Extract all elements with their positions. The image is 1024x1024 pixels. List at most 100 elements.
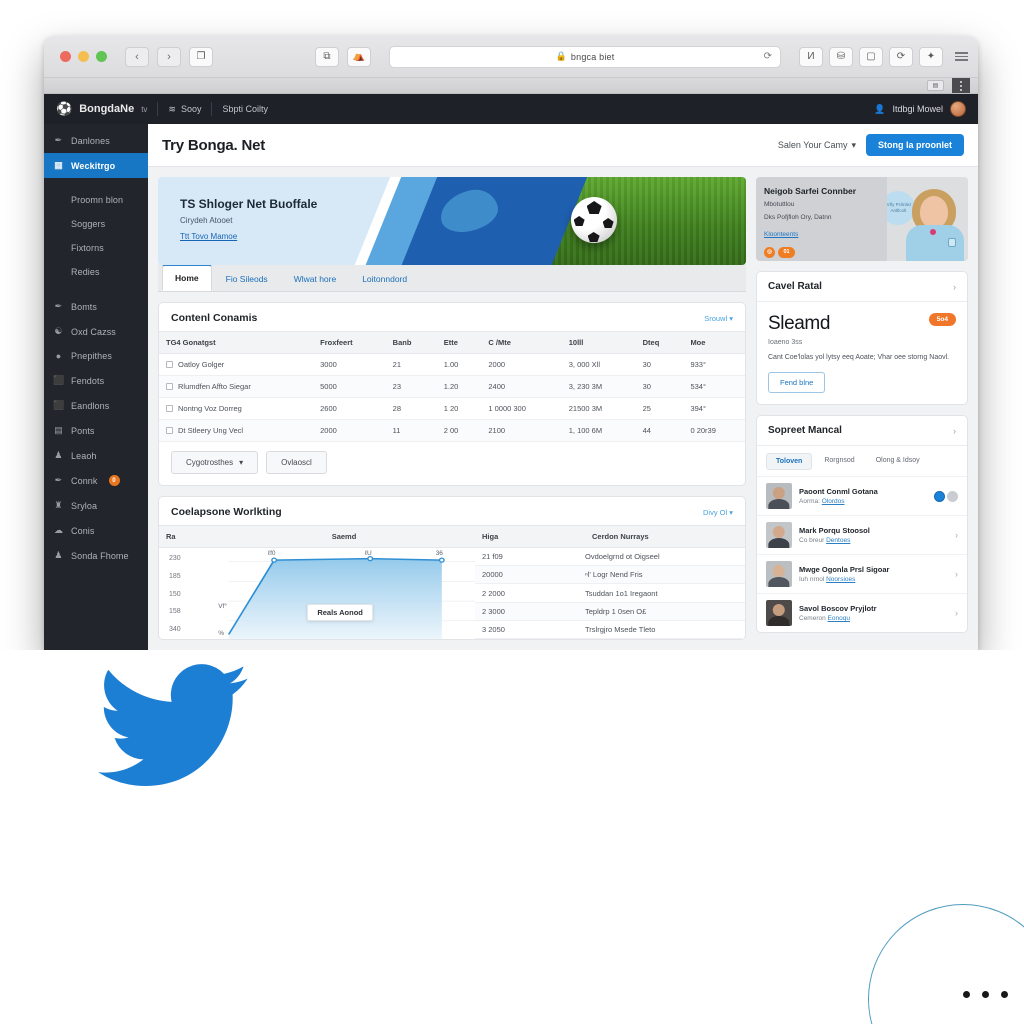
key-icon: ✒ [54,475,63,485]
sidebar-item-fendots[interactable]: ⬛ Fendots [44,368,148,393]
shield-icon[interactable]: ⛺ [347,46,371,67]
promo-banner[interactable]: Neigob Sarfei Connber Mbotuttlou Dks Pof… [756,177,968,261]
sidebar-item-oxdcazss[interactable]: ☯ Oxd Cazss [44,319,148,344]
person-meta-link[interactable]: Noorsioes [826,576,855,583]
th-4[interactable]: C /Mte [481,331,562,354]
support-card-header[interactable]: Sopreet Mancal › [757,416,967,447]
offer-action-button[interactable]: Fend blne [768,372,826,394]
sidebar-item-sondafhome[interactable]: ♟ Sonda Fhome [44,543,148,568]
capabilities-dropdown-button[interactable]: Cygotrosthes ▾ [171,451,259,474]
hero-link[interactable]: Ttt Tovo Mamoe [180,232,237,241]
chevron-right-icon[interactable]: › [953,426,956,436]
tab-loitonndord[interactable]: Loitonndord [350,267,419,291]
topbar-menu-sooy[interactable]: ≋ Sooy [168,104,201,115]
forward-button[interactable]: › [157,46,181,67]
th-6[interactable]: Dteq [635,331,684,354]
chart-row[interactable]: 3 2050 Trslrgjro Msede Tleto [475,621,745,640]
sidebar-item-fixtorns[interactable]: Fixtorns [44,236,148,260]
th-1[interactable]: Froxfeert [313,331,386,354]
tab-wlwat-hore[interactable]: Wlwat hore [282,267,349,291]
tab-overview-icon[interactable]: ❐ [189,46,213,67]
support-tab-rorgnsod[interactable]: Rorgnsod [815,453,863,470]
support-tab-toloven[interactable]: Toloven [766,453,813,471]
sidebar-item-weckitrgo[interactable]: ▦ Weckitrgo [44,153,148,178]
row-checkbox[interactable] [166,427,173,434]
maximize-window-button[interactable] [96,51,107,62]
extension-icon-1[interactable]: И [799,46,823,67]
sidebar-item-connk[interactable]: ✒ Connk 0 [44,468,148,493]
hero-banner[interactable]: TS Shloger Net Buoffale Cirydeh Atooet T… [158,177,746,265]
th-7[interactable]: Moe [683,331,745,354]
chevron-right-icon[interactable]: › [955,569,958,579]
table-header-row: TG4 Gonatgst Froxfeert Banb Ette C /Mte … [159,331,745,354]
extension-icon-4[interactable]: ⟳ [889,46,913,67]
offer-card-header[interactable]: Cavel Ratal › [757,272,967,302]
list-item[interactable]: Savol Boscov Pryjlotr Cemeron Eonoqu › [757,593,967,632]
tab-fio-sileods[interactable]: Fio Sileods [214,267,280,291]
row-checkbox[interactable] [166,383,173,390]
ytick-1: 185 [169,572,181,580]
list-item[interactable]: Paoont Conml Gotana Aorma: Olordos [757,476,967,515]
window-traffic-lights[interactable] [54,51,117,62]
picture-in-picture-icon[interactable]: ▤ [927,80,944,91]
topbar-menu-sbpti[interactable]: Sbpti Coilty [222,104,268,114]
sidebar-item-bomts[interactable]: ✒ Bomts [44,294,148,319]
th-2[interactable]: Banb [385,331,437,354]
support-tab-olong[interactable]: Olong & Idsoy [867,453,929,470]
extension-icon-2[interactable]: ⛁ [829,46,853,67]
extension-icon-3[interactable]: ▢ [859,46,883,67]
chart-plot-area[interactable]: % ℓf0 ℓU 36 Vf° Reals Aonod [213,548,475,639]
extension-icon-5[interactable]: ✦ [919,46,943,67]
sidebar-item-conis[interactable]: ☁ Conis [44,518,148,543]
th-3[interactable]: Ette [436,331,482,354]
sidebar-item-danlones[interactable]: ✒ Danlones [44,128,148,153]
app-brand[interactable]: ⚽ BongdaNe tv [56,101,147,117]
overflow-menu-icon[interactable] [952,78,970,93]
promo-link[interactable]: Kloonteents [764,231,798,238]
table-row[interactable]: Nontng Voz Dorreg 2600 28 1 20 1 0000 30… [159,397,745,420]
chevron-right-icon[interactable]: › [955,608,958,618]
chart-row[interactable]: 20000 ⁿl' Logr Nend Fris [475,566,745,585]
sidebar-item-leaoh[interactable]: ♟ Leaoh [44,443,148,468]
share-icon[interactable]: ⧉ [315,46,339,67]
tab-home[interactable]: Home [162,264,212,291]
reload-icon[interactable]: ⟳ [764,51,772,62]
chart-row[interactable]: 2 3000 Tepldrp 1 0sen O£ [475,602,745,621]
th-0[interactable]: TG4 Gonatgst [159,331,314,354]
chart-row[interactable]: 21 f09 Ovdoelgrnd ot Oigseel [475,548,745,567]
topbar-user-area[interactable]: 👤 Itdbgi Mowel [874,101,966,117]
content-table-link[interactable]: Srouwl ▾ [704,314,733,323]
sidebar-item-eandlons[interactable]: ⬛ Eandlons [44,393,148,418]
address-bar[interactable]: 🔒 bngca biet ⟳ [389,45,781,68]
chevron-right-icon[interactable]: › [953,282,956,292]
minimize-window-button[interactable] [78,51,89,62]
menu-icon[interactable] [955,52,968,61]
status-toggle[interactable] [934,490,958,502]
sidebar-item-pnepithes[interactable]: ● Pnepithes [44,344,148,368]
list-item[interactable]: Mark Porqu Stoosol Co breur Dentoes › [757,515,967,554]
table-row[interactable]: Oatloy Golger 3000 21 1.00 2000 3, 000 X… [159,353,745,376]
start-promotion-button[interactable]: Stong la proonlet [866,134,964,156]
person-meta-link[interactable]: Olordos [822,498,845,505]
person-meta-link[interactable]: Dentoes [826,537,850,544]
table-row[interactable]: Rlumdfen Affto Siegar 5000 23 1.20 2400 … [159,375,745,398]
sidebar-item-ponts[interactable]: ▤ Ponts [44,418,148,443]
row-checkbox[interactable] [166,361,173,368]
country-select[interactable]: Salen Your Camy ▾ [778,140,856,151]
disconnect-button[interactable]: Ovlaoscl [266,451,327,474]
chevron-right-icon[interactable]: › [955,530,958,540]
row-checkbox[interactable] [166,405,173,412]
chart-link[interactable]: Divy Ol ▾ [703,508,733,517]
sidebar-item-soggers[interactable]: Soggers [44,212,148,236]
chart-row[interactable]: 2 2000 Tsuddan 1o1 Iregaont [475,584,745,603]
list-item[interactable]: Mwge Ogonla Prsl Sigoar Iuh nrnol Noorsi… [757,554,967,593]
th-5[interactable]: 10lll [561,331,636,354]
sidebar-item-redies[interactable]: Redies [44,260,148,284]
close-window-button[interactable] [60,51,71,62]
avatar[interactable] [950,101,966,117]
person-meta-link[interactable]: Eonoqu [828,615,850,622]
sidebar-item-sryloa[interactable]: ♜ Sryloa [44,493,148,518]
back-button[interactable]: ‹ [125,46,149,67]
sidebar-item-proomnblon[interactable]: Proomn blon [44,188,148,212]
table-row[interactable]: Dt Stleery Ung Vecl 2000 11 2 00 2100 1,… [159,419,745,442]
